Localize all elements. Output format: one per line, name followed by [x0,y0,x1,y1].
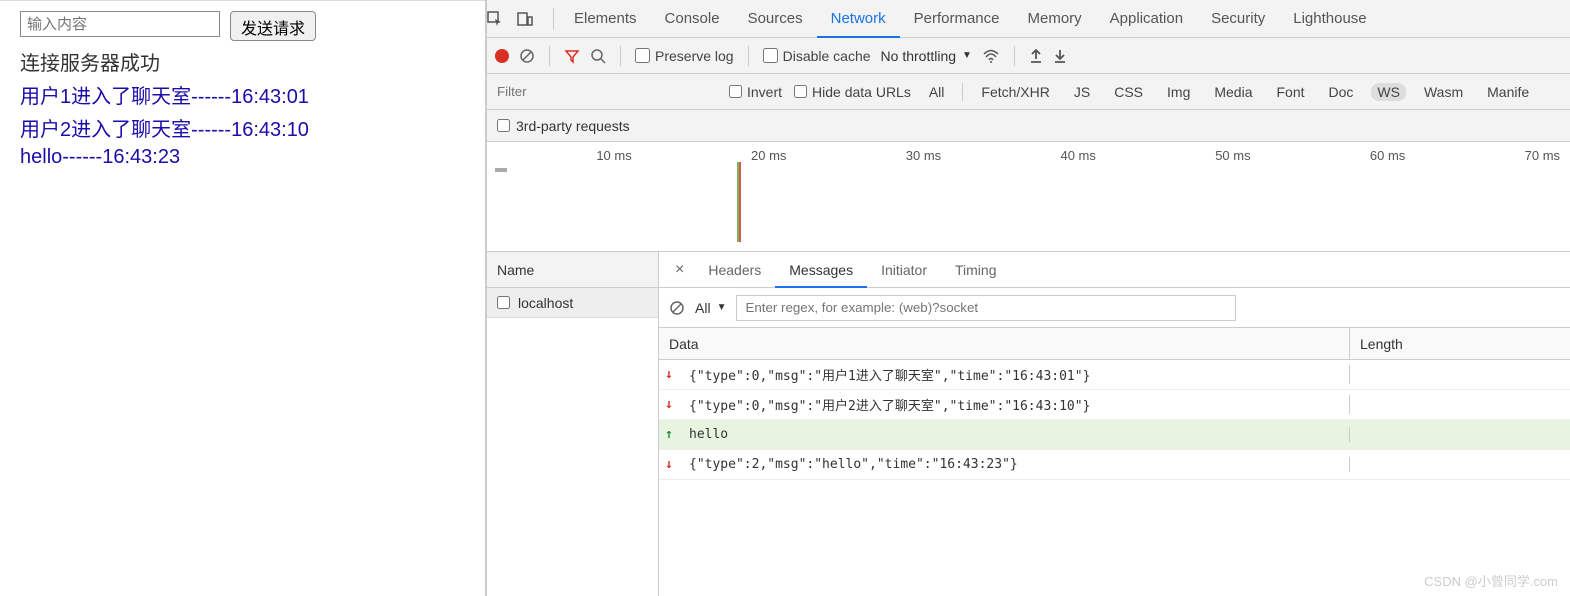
ws-message-row[interactable]: ↓{"type":0,"msg":"用户2进入了聊天室","time":"16:… [659,390,1570,420]
detail-pane: × Headers Messages Initiator Timing All▼… [659,252,1570,596]
ws-messages-table: Data Length ↓{"type":0,"msg":"用户1进入了聊天室"… [659,328,1570,596]
col-data[interactable]: Data [659,328,1350,359]
detail-tabs: × Headers Messages Initiator Timing [659,252,1570,288]
inspect-icon[interactable] [487,11,517,27]
clear-icon[interactable] [519,48,535,64]
close-icon[interactable]: × [665,261,694,279]
ws-message-row[interactable]: ↑hello [659,420,1570,450]
tab-console[interactable]: Console [651,0,734,38]
filter-css[interactable]: CSS [1108,83,1149,101]
timeline-tick: 20 ms [642,148,797,251]
arrow-up-icon: ↑ [659,427,679,442]
filter-js[interactable]: JS [1068,83,1096,101]
timeline[interactable]: 10 ms 20 ms 30 ms 40 ms 50 ms 60 ms 70 m… [487,142,1570,252]
filter-manifest[interactable]: Manife [1481,83,1535,101]
filter-fetch[interactable]: Fetch/XHR [975,83,1055,101]
name-column: Name localhost [487,252,659,596]
tab-elements[interactable]: Elements [560,0,651,38]
filter-wasm[interactable]: Wasm [1418,83,1469,101]
timeline-tick: 50 ms [1106,148,1261,251]
dtab-timing[interactable]: Timing [941,252,1011,288]
dtab-initiator[interactable]: Initiator [867,252,941,288]
chat-message: hello------16:43:23 [20,146,465,169]
ws-data: hello [679,427,1350,442]
filter-all[interactable]: All [923,83,951,101]
requests-pane: Name localhost × Headers Messages Initia… [487,252,1570,596]
filter-icon[interactable] [564,48,580,64]
timeline-tick: 40 ms [951,148,1106,251]
ws-message-row[interactable]: ↓{"type":0,"msg":"用户1进入了聊天室","time":"16:… [659,360,1570,390]
ws-data: {"type":0,"msg":"用户1进入了聊天室","time":"16:4… [679,365,1350,384]
ws-data: {"type":2,"msg":"hello","time":"16:43:23… [679,457,1350,472]
connection-status: 连接服务器成功 [20,47,465,76]
download-icon[interactable] [1053,48,1067,64]
tab-lighthouse[interactable]: Lighthouse [1279,0,1380,38]
arrow-down-icon: ↓ [659,457,679,472]
hide-data-urls-checkbox[interactable]: Hide data URLs [794,84,911,100]
chat-message: 用户2进入了聊天室------16:43:10 [20,113,465,142]
network-toolbar: Preserve log Disable cache No throttling… [487,38,1570,74]
timeline-tick: 70 ms [1415,148,1570,251]
tab-sources[interactable]: Sources [734,0,817,38]
third-party-checkbox[interactable]: 3rd-party requests [497,118,630,134]
request-row[interactable]: localhost [487,288,658,318]
arrow-down-icon: ↓ [659,397,679,412]
disable-cache-checkbox[interactable]: Disable cache [763,48,871,64]
tab-application[interactable]: Application [1096,0,1197,38]
ws-message-row[interactable]: ↓{"type":2,"msg":"hello","time":"16:43:2… [659,450,1570,480]
timeline-tick: 10 ms [487,148,642,251]
ws-data: {"type":0,"msg":"用户2进入了聊天室","time":"16:4… [679,395,1350,414]
timeline-tick: 30 ms [796,148,951,251]
filter-media[interactable]: Media [1208,83,1258,101]
filter-img[interactable]: Img [1161,83,1196,101]
tab-security[interactable]: Security [1197,0,1279,38]
filter-ws[interactable]: WS [1371,83,1406,101]
devtools-panel: Elements Console Sources Network Perform… [485,0,1570,596]
search-icon[interactable] [590,48,606,64]
filter-input[interactable] [497,80,717,104]
tab-network[interactable]: Network [817,0,900,38]
send-button[interactable]: 发送请求 [230,11,316,41]
dtab-messages[interactable]: Messages [775,252,867,288]
device-icon[interactable] [517,11,547,27]
third-party-row: 3rd-party requests [487,110,1570,142]
wifi-icon[interactable] [982,48,1000,64]
name-header[interactable]: Name [487,252,658,288]
devtools-tabs: Elements Console Sources Network Perform… [487,0,1570,38]
page-content: 发送请求 连接服务器成功 用户1进入了聊天室------16:43:01 用户2… [0,0,485,596]
throttling-select[interactable]: No throttling▼ [881,48,972,64]
message-filter-bar: All▼ [659,288,1570,328]
filter-doc[interactable]: Doc [1323,83,1360,101]
upload-icon[interactable] [1029,48,1043,64]
arrow-down-icon: ↓ [659,367,679,382]
request-name: localhost [518,295,573,311]
message-input[interactable] [20,11,220,37]
watermark: CSDN @小曾同学.com [1424,571,1558,590]
message-type-select[interactable]: All▼ [695,300,726,316]
clear-messages-icon[interactable] [669,300,685,316]
record-button[interactable] [495,49,509,63]
preserve-log-checkbox[interactable]: Preserve log [635,48,734,64]
message-regex-input[interactable] [736,295,1236,321]
filter-bar: Invert Hide data URLs All Fetch/XHR JS C… [487,74,1570,110]
dtab-headers[interactable]: Headers [694,252,775,288]
tab-memory[interactable]: Memory [1014,0,1096,38]
chat-message: 用户1进入了聊天室------16:43:01 [20,80,465,109]
request-checkbox[interactable] [497,296,510,309]
timeline-tick: 60 ms [1261,148,1416,251]
invert-checkbox[interactable]: Invert [729,84,782,100]
filter-font[interactable]: Font [1271,83,1311,101]
col-length[interactable]: Length [1350,328,1570,359]
tab-performance[interactable]: Performance [900,0,1014,38]
